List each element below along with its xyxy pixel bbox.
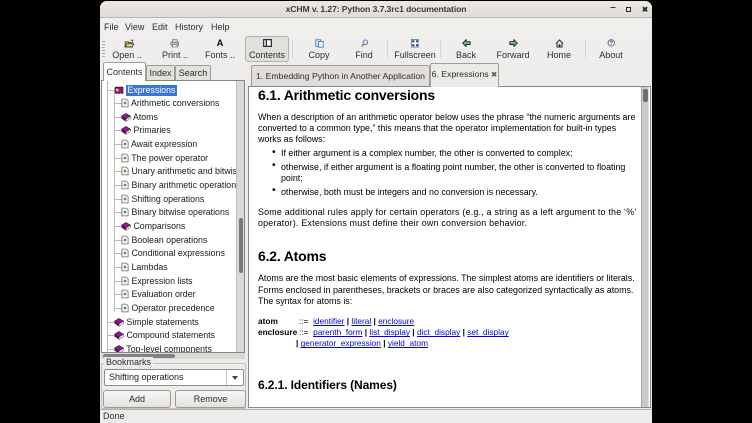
svg-text:?: ?	[609, 40, 613, 47]
